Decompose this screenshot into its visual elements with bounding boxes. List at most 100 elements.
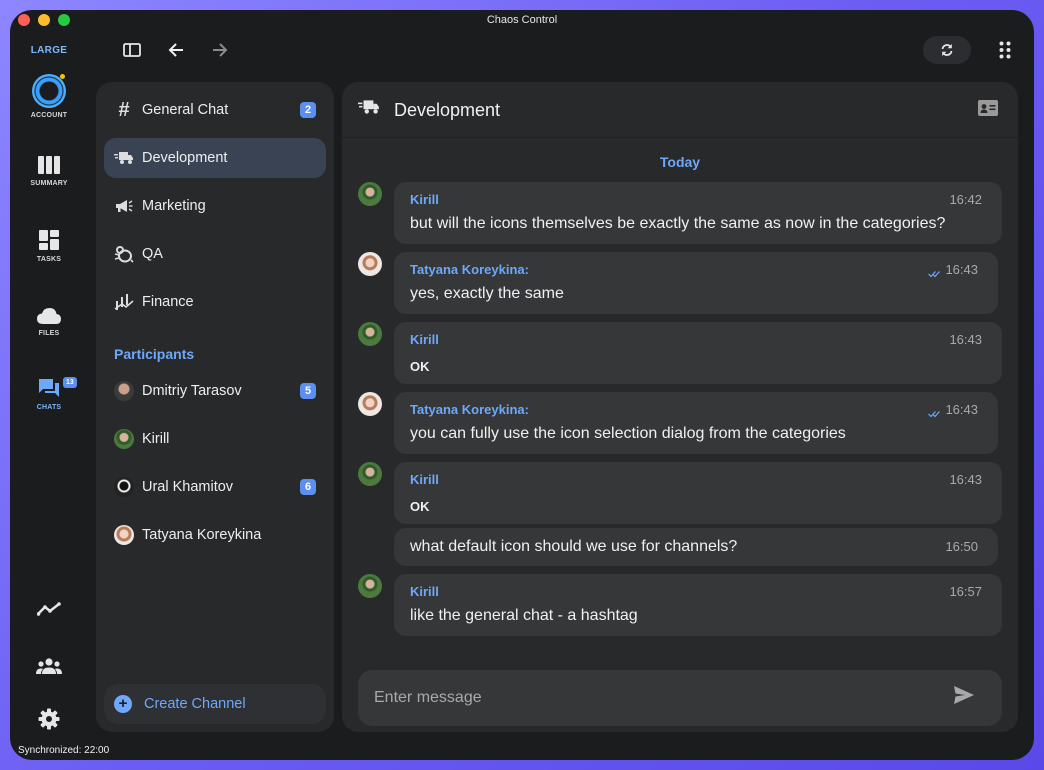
- toggle-sidebar-button[interactable]: [120, 38, 144, 62]
- app-window: Chaos Control LARGE ACCOUNT SUMMARY TASK…: [10, 10, 1034, 760]
- rail-label-tasks: TASKS: [36, 256, 62, 263]
- dashboard-icon: [39, 230, 59, 250]
- chat-icon: [39, 379, 59, 397]
- unread-count-badge: 2: [300, 102, 316, 118]
- notification-dot: [60, 74, 65, 79]
- rail-label-account: ACCOUNT: [30, 112, 68, 119]
- participant-dmitriy-tarasov[interactable]: Dmitriy Tarasov 5: [104, 371, 326, 411]
- rail-item-settings[interactable]: [10, 708, 88, 730]
- dots-grid-icon: [999, 41, 1011, 59]
- participant-ural-khamitov[interactable]: Ural Khamitov 6: [104, 467, 326, 507]
- message-text: OK: [410, 499, 430, 514]
- message-input[interactable]: [374, 686, 934, 710]
- chat-panel: Development Today Kirill 16:42 but will …: [342, 82, 1018, 732]
- channels-panel: # General Chat 2 Development Marketing Q…: [96, 82, 334, 732]
- send-button[interactable]: [954, 686, 978, 710]
- avatar: [358, 322, 382, 346]
- message-text: yes, exactly the same: [410, 285, 564, 302]
- message-sender: Kirill: [410, 472, 439, 487]
- participant-tatyana-koreykina[interactable]: Tatyana Koreykina: [104, 515, 326, 555]
- message-bubble[interactable]: Kirill 16:42 but will the icons themselv…: [394, 182, 1002, 244]
- rail-label-chats: CHATS: [36, 404, 62, 411]
- arrow-left-icon: [168, 43, 183, 57]
- app-menu-button[interactable]: [993, 38, 1017, 62]
- trend-icon: [37, 602, 61, 616]
- rail-item-files[interactable]: FILES: [10, 308, 88, 337]
- create-channel-button[interactable]: + Create Channel: [104, 684, 326, 724]
- rail-item-account[interactable]: ACCOUNT: [10, 74, 88, 119]
- message-time: 16:43: [949, 472, 982, 487]
- message-text: OK: [410, 359, 430, 374]
- sidebar-icon: [123, 43, 141, 57]
- avatar: [358, 182, 382, 206]
- message-bubble[interactable]: Tatyana Koreykina: 16:43 you can fully u…: [394, 392, 998, 454]
- finance-icon: [114, 292, 134, 312]
- channel-label: Finance: [142, 294, 194, 310]
- truck-fast-icon: [358, 99, 380, 120]
- chat-header: Development: [342, 82, 1018, 138]
- plus-circle-icon: +: [114, 695, 132, 713]
- avatar: [358, 392, 382, 416]
- channel-development[interactable]: Development: [104, 138, 326, 178]
- avatar: [114, 429, 134, 449]
- message-time: 16:57: [949, 584, 982, 599]
- megaphone-icon: [114, 196, 134, 216]
- message-bubble[interactable]: Kirill 16:43 OK: [394, 462, 1002, 524]
- people-icon: [36, 658, 62, 674]
- participant-name: Ural Khamitov: [142, 479, 234, 495]
- channel-marketing[interactable]: Marketing: [104, 186, 326, 226]
- channel-general-chat[interactable]: # General Chat 2: [104, 90, 326, 130]
- message-sender: Kirill: [410, 584, 439, 599]
- message-text: what default icon should we use for chan…: [410, 538, 738, 555]
- window-title: Chaos Control: [486, 14, 558, 26]
- rail-label-files: FILES: [38, 330, 60, 337]
- rail-item-summary[interactable]: SUMMARY: [10, 156, 88, 187]
- avatar: [114, 525, 134, 545]
- message-bubble[interactable]: Kirill 16:57 like the general chat - a h…: [394, 574, 1002, 636]
- bug-icon: [114, 244, 134, 264]
- chats-badge: 13: [63, 377, 77, 388]
- rail-item-tasks[interactable]: TASKS: [10, 230, 88, 263]
- hashtag-icon: #: [118, 98, 130, 121]
- read-check-icon: [928, 265, 940, 283]
- avatar: [114, 381, 134, 401]
- channel-label: Development: [142, 150, 228, 166]
- send-icon: [954, 686, 974, 704]
- settings-icon: [38, 708, 60, 730]
- truck-fast-icon: [114, 148, 134, 168]
- nav-rail: LARGE ACCOUNT SUMMARY TASKS FILES CHATS …: [10, 32, 88, 760]
- participant-name: Kirill: [142, 431, 170, 447]
- rail-label-summary: SUMMARY: [30, 180, 68, 187]
- message-bubble[interactable]: Tatyana Koreykina: 16:43 yes, exactly th…: [394, 252, 998, 314]
- forward-button[interactable]: [208, 38, 232, 62]
- unread-count-badge: 6: [300, 479, 316, 495]
- message-time: 16:50: [945, 539, 978, 554]
- cloud-icon: [37, 308, 61, 324]
- avatar: [358, 252, 382, 276]
- message-composer: [358, 670, 1002, 726]
- channel-label: Marketing: [142, 198, 206, 214]
- sync-button[interactable]: [923, 36, 971, 64]
- message-text: like the general chat - a hashtag: [410, 607, 638, 624]
- contact-card-icon[interactable]: [978, 100, 998, 121]
- channel-qa[interactable]: QA: [104, 234, 326, 274]
- rail-item-analytics[interactable]: [10, 602, 88, 616]
- message-bubble[interactable]: 16:50 what default icon should we use fo…: [394, 528, 998, 566]
- message-sender: Kirill: [410, 192, 439, 207]
- channel-finance[interactable]: Finance: [104, 282, 326, 322]
- unread-count-badge: 5: [300, 383, 316, 399]
- refresh-icon: [941, 44, 953, 56]
- back-button[interactable]: [164, 38, 188, 62]
- message-sender: Kirill: [410, 332, 439, 347]
- avatar: [114, 477, 134, 497]
- size-label[interactable]: LARGE: [10, 45, 88, 56]
- channel-label: QA: [142, 246, 163, 262]
- rail-item-people[interactable]: [10, 658, 88, 674]
- message-bubble[interactable]: Kirill 16:43 OK: [394, 322, 1002, 384]
- participant-kirill[interactable]: Kirill: [104, 419, 326, 459]
- title-bar: Chaos Control: [10, 10, 1034, 32]
- chat-title: Development: [394, 100, 501, 120]
- message-time: 16:43: [949, 332, 982, 347]
- participants-heading: Participants: [114, 346, 195, 362]
- participant-name: Tatyana Koreykina: [142, 527, 262, 543]
